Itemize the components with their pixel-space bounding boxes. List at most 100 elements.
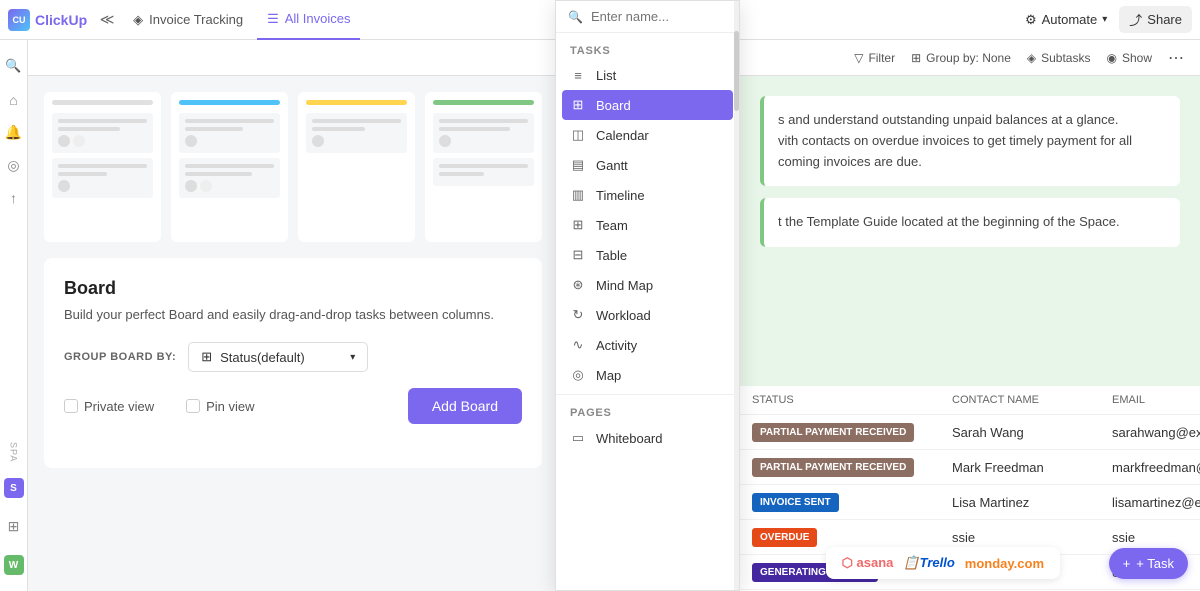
share-icon: ⤴ (1129, 10, 1142, 29)
clickup-logo-icon: CU (8, 9, 30, 31)
project-name: Invoice Tracking (149, 12, 243, 27)
collapse-button[interactable]: ≪ (95, 8, 119, 32)
board-title: Board (64, 278, 522, 299)
search-input[interactable] (591, 9, 727, 24)
subtasks-button[interactable]: ◈ Subtasks (1027, 51, 1091, 65)
table-row[interactable]: INVOICE SENT Lisa Martinez lisamartinez@… (740, 485, 1200, 520)
mindmap-label: Mind Map (596, 278, 653, 293)
show-label: Show (1122, 51, 1152, 65)
view-dropdown: 🔍 TASKS ≡ List ⊞ Board ◫ Calendar ▤ Gant… (555, 0, 740, 591)
filter-label: Filter (868, 51, 895, 65)
calendar-label: Calendar (596, 128, 649, 143)
dropdown-item-calendar[interactable]: ◫ Calendar (556, 120, 739, 150)
sidebar-target-icon[interactable]: ◎ (7, 157, 19, 174)
right-content-area: s and understand outstanding unpaid bala… (740, 76, 1200, 386)
automate-button[interactable]: ⚙ Automate ▾ (1025, 12, 1107, 28)
automate-label: Automate (1042, 12, 1098, 27)
share-button[interactable]: ⤴ Share (1119, 6, 1192, 33)
status-badge: INVOICE SENT (752, 493, 839, 512)
dropdown-item-team[interactable]: ⊞ Team (556, 210, 739, 240)
list-label: List (596, 68, 616, 83)
status-badge: PARTIAL PAYMENT RECEIVED (752, 423, 914, 442)
pin-view-label: Pin view (206, 399, 254, 414)
more-options-button[interactable]: ⋯ (1168, 48, 1184, 68)
sidebar-arrow-icon[interactable]: ↑ (10, 190, 17, 206)
all-invoices-tab[interactable]: ☰ All Invoices (257, 0, 360, 40)
private-view-checkbox[interactable]: Private view (64, 399, 154, 414)
task-fab-button[interactable]: + + Task (1109, 548, 1188, 579)
desc-text-1: s and understand outstanding unpaid bala… (778, 110, 1166, 131)
sidebar-search-icon[interactable]: 🔍 (4, 56, 24, 76)
subtasks-label: Subtasks (1041, 51, 1090, 65)
dropdown-item-timeline[interactable]: ▥ Timeline (556, 180, 739, 210)
sidebar-home-icon[interactable]: ⌂ (9, 92, 17, 108)
dropdown-item-mindmap[interactable]: ⊛ Mind Map (556, 270, 739, 300)
board-description: Build your perfect Board and easily drag… (64, 307, 522, 322)
col-email-header: EMAIL (1112, 394, 1188, 406)
sidebar-bell-icon[interactable]: 🔔 (5, 124, 22, 141)
sidebar-grid-icon[interactable]: ⊞ (8, 518, 20, 535)
checkbox-pin[interactable] (186, 399, 200, 413)
group-by-label: GROUP BOARD BY: (64, 351, 176, 363)
plus-icon: + (1123, 556, 1131, 571)
dropdown-item-workload[interactable]: ↻ Workload (556, 300, 739, 330)
board-label: Board (596, 98, 631, 113)
show-button[interactable]: ◉ Show (1106, 51, 1152, 65)
scrollbar-track[interactable] (734, 1, 739, 590)
status-default: Status(default) (220, 350, 305, 365)
team-icon: ⊞ (570, 217, 586, 233)
dropdown-item-activity[interactable]: ∿ Activity (556, 330, 739, 360)
col-status-header: STATUS (752, 394, 952, 406)
table-header: STATUS CONTACT NAME EMAIL (740, 386, 1200, 415)
workload-icon: ↻ (570, 307, 586, 323)
bottom-logos-bar: ⬡ asana 📋Trello monday.com (826, 547, 1060, 579)
table-row[interactable]: PARTIAL PAYMENT RECEIVED Sarah Wang sara… (740, 415, 1200, 450)
pin-view-checkbox[interactable]: Pin view (186, 399, 254, 414)
sidebar-spaces-label: SPA (9, 442, 19, 462)
dropdown-item-table[interactable]: ⊟ Table (556, 240, 739, 270)
dropdown-item-map[interactable]: ◎ Map (556, 360, 739, 390)
workload-label: Workload (596, 308, 651, 323)
board-col-2 (171, 92, 288, 242)
timeline-label: Timeline (596, 188, 645, 203)
chevron-down-icon: ▾ (350, 352, 355, 363)
activity-label: Activity (596, 338, 637, 353)
filter-icon: ▽ (854, 51, 863, 65)
gantt-label: Gantt (596, 158, 628, 173)
table-row[interactable]: PARTIAL PAYMENT RECEIVED Mark Freedman m… (740, 450, 1200, 485)
show-icon: ◉ (1106, 51, 1116, 65)
dropdown-search-field[interactable]: 🔍 (556, 1, 739, 33)
filter-button[interactable]: ▽ Filter (854, 51, 895, 65)
app-name: ClickUp (35, 12, 87, 28)
status-badge: PARTIAL PAYMENT RECEIVED (752, 458, 914, 477)
whiteboard-icon: ▭ (570, 430, 586, 446)
project-icon: ◈ (133, 12, 143, 28)
gantt-icon: ▤ (570, 157, 586, 173)
logo: CU ClickUp (8, 9, 87, 31)
dropdown-item-list[interactable]: ≡ List (556, 61, 739, 90)
checkbox-private[interactable] (64, 399, 78, 413)
automate-icon: ⚙ (1025, 12, 1037, 28)
scrollbar-thumb[interactable] (734, 31, 739, 111)
calendar-icon: ◫ (570, 127, 586, 143)
layout-icon: ⊞ (201, 349, 212, 365)
dropdown-item-gantt[interactable]: ▤ Gantt (556, 150, 739, 180)
share-label: Share (1147, 12, 1182, 27)
asana-logo: ⬡ asana (842, 555, 894, 571)
monday-logo: monday.com (965, 556, 1044, 571)
project-tab[interactable]: ◈ Invoice Tracking (123, 0, 253, 40)
subtasks-icon: ◈ (1027, 51, 1036, 65)
add-board-button[interactable]: Add Board (408, 388, 522, 424)
dropdown-item-whiteboard[interactable]: ▭ Whiteboard (556, 423, 739, 453)
board-icon: ⊞ (570, 97, 586, 113)
map-icon: ◎ (570, 367, 586, 383)
dropdown-item-board[interactable]: ⊞ Board (562, 90, 733, 120)
group-by-button[interactable]: ⊞ Group by: None (911, 51, 1011, 65)
guide-card: t the Template Guide located at the begi… (760, 198, 1180, 247)
sidebar-item-s[interactable]: S (4, 478, 24, 498)
dropdown-divider (556, 394, 739, 395)
sidebar-item-w[interactable]: W (4, 555, 24, 575)
status-select[interactable]: ⊞ Status(default) ▾ (188, 342, 368, 372)
desc-text-3: coming invoices are due. (778, 152, 1166, 173)
status-badge: OVERDUE (752, 528, 817, 547)
